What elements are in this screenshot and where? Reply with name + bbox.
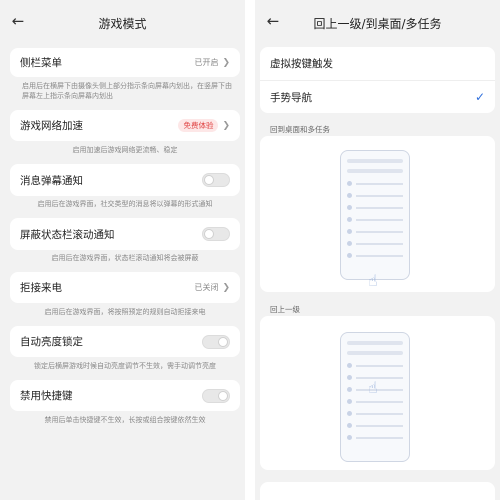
page-title: 回上一级/到桌面/多任务 bbox=[313, 16, 442, 31]
hand-gesture-icon: ☝ bbox=[368, 378, 378, 397]
phone-illustration bbox=[340, 332, 410, 462]
section-label-back: 回上一级 bbox=[270, 305, 300, 314]
hand-gesture-icon: ☝ bbox=[368, 271, 378, 290]
setting-message-barrage[interactable]: 消息弹幕通知 bbox=[10, 164, 240, 196]
setting-description: 启用后在横屏下由摄像头侧上部分指示条向屏幕内划出，在竖屏下由屏幕左上指示条向屏幕… bbox=[22, 82, 232, 100]
option-gesture-navigation[interactable]: 手势导航 ✓ bbox=[260, 80, 495, 113]
setting-label: 拒接来电 bbox=[20, 282, 62, 294]
chevron-right-icon: ❯ bbox=[222, 282, 230, 293]
phone-illustration bbox=[340, 150, 410, 280]
toggle-switch[interactable] bbox=[202, 227, 230, 241]
game-mode-screen: ← 游戏模式 侧栏菜单 已开启 ❯ 启用后在横屏下由摄像头侧上部分指示条向屏幕内… bbox=[0, 0, 245, 500]
gesture-illustration-back: ☝ bbox=[260, 316, 495, 470]
screen: ← 游戏模式 侧栏菜单 已开启 ❯ 启用后在横屏下由摄像头侧上部分指示条向屏幕内… bbox=[0, 0, 500, 500]
chevron-right-icon: ❯ bbox=[222, 120, 230, 131]
left-header: ← 游戏模式 bbox=[0, 0, 245, 46]
free-trial-badge: 免费体验 bbox=[178, 119, 219, 132]
check-icon: ✓ bbox=[474, 90, 485, 104]
setting-label: 禁用快捷键 bbox=[20, 390, 73, 402]
setting-description: 启用后在游戏界面，将按照预定的规则自动拒接来电 bbox=[44, 308, 206, 316]
option-virtual-keys[interactable]: 虚拟按键触发 bbox=[260, 47, 495, 80]
setting-side-menu[interactable]: 侧栏菜单 已开启 ❯ bbox=[10, 48, 240, 77]
option-label: 虚拟按键触发 bbox=[270, 58, 333, 70]
next-illustration-card bbox=[260, 482, 495, 500]
toggle-switch[interactable] bbox=[202, 388, 230, 403]
setting-description: 禁用后单击快捷键不生效，长按或组合按键依然生效 bbox=[44, 416, 206, 424]
navigation-screen: ← 回上一级/到桌面/多任务 虚拟按键触发 手势导航 ✓ 回到桌面和多任务 ☝ … bbox=[255, 0, 500, 500]
option-label: 手势导航 bbox=[270, 91, 312, 104]
setting-network-boost[interactable]: 游戏网络加速 免费体验 ❯ bbox=[10, 110, 240, 141]
setting-value: 已开启 bbox=[194, 58, 219, 67]
setting-label: 自动亮度锁定 bbox=[20, 336, 83, 348]
setting-label: 侧栏菜单 bbox=[20, 57, 62, 69]
toggle-switch[interactable] bbox=[202, 334, 230, 349]
setting-label: 游戏网络加速 bbox=[20, 120, 83, 132]
setting-description: 启用加速后游戏网络更流畅、稳定 bbox=[72, 146, 178, 154]
chevron-right-icon: ❯ bbox=[222, 57, 230, 68]
navigation-options: 虚拟按键触发 手势导航 ✓ bbox=[260, 47, 495, 113]
setting-brightness-lock[interactable]: 自动亮度锁定 bbox=[10, 326, 240, 357]
setting-block-statusbar[interactable]: 屏蔽状态栏滚动通知 bbox=[10, 218, 240, 250]
back-arrow-icon[interactable]: ← bbox=[263, 11, 283, 31]
setting-label: 消息弹幕通知 bbox=[20, 174, 83, 187]
setting-disable-shortcut[interactable]: 禁用快捷键 bbox=[10, 380, 240, 411]
setting-description: 锁定后横屏游戏时候自动亮度调节不生效，需手动调节亮度 bbox=[34, 362, 216, 370]
setting-label: 屏蔽状态栏滚动通知 bbox=[20, 228, 115, 241]
setting-description: 启用后在游戏界面，社交类型的消息将以弹幕的形式通知 bbox=[37, 200, 213, 208]
setting-description: 启用后在游戏界面，状态栏滚动通知将会被屏蔽 bbox=[51, 254, 199, 262]
right-header: ← 回上一级/到桌面/多任务 bbox=[255, 0, 500, 46]
section-label-home-multitask: 回到桌面和多任务 bbox=[270, 125, 330, 134]
pane-divider bbox=[245, 0, 255, 500]
gesture-illustration-home: ☝ bbox=[260, 136, 495, 292]
toggle-switch[interactable] bbox=[202, 173, 230, 187]
setting-reject-calls[interactable]: 拒接来电 已关闭 ❯ bbox=[10, 272, 240, 303]
back-arrow-icon[interactable]: ← bbox=[8, 11, 28, 31]
page-title: 游戏模式 bbox=[98, 16, 147, 31]
setting-value: 已关闭 bbox=[194, 283, 219, 292]
